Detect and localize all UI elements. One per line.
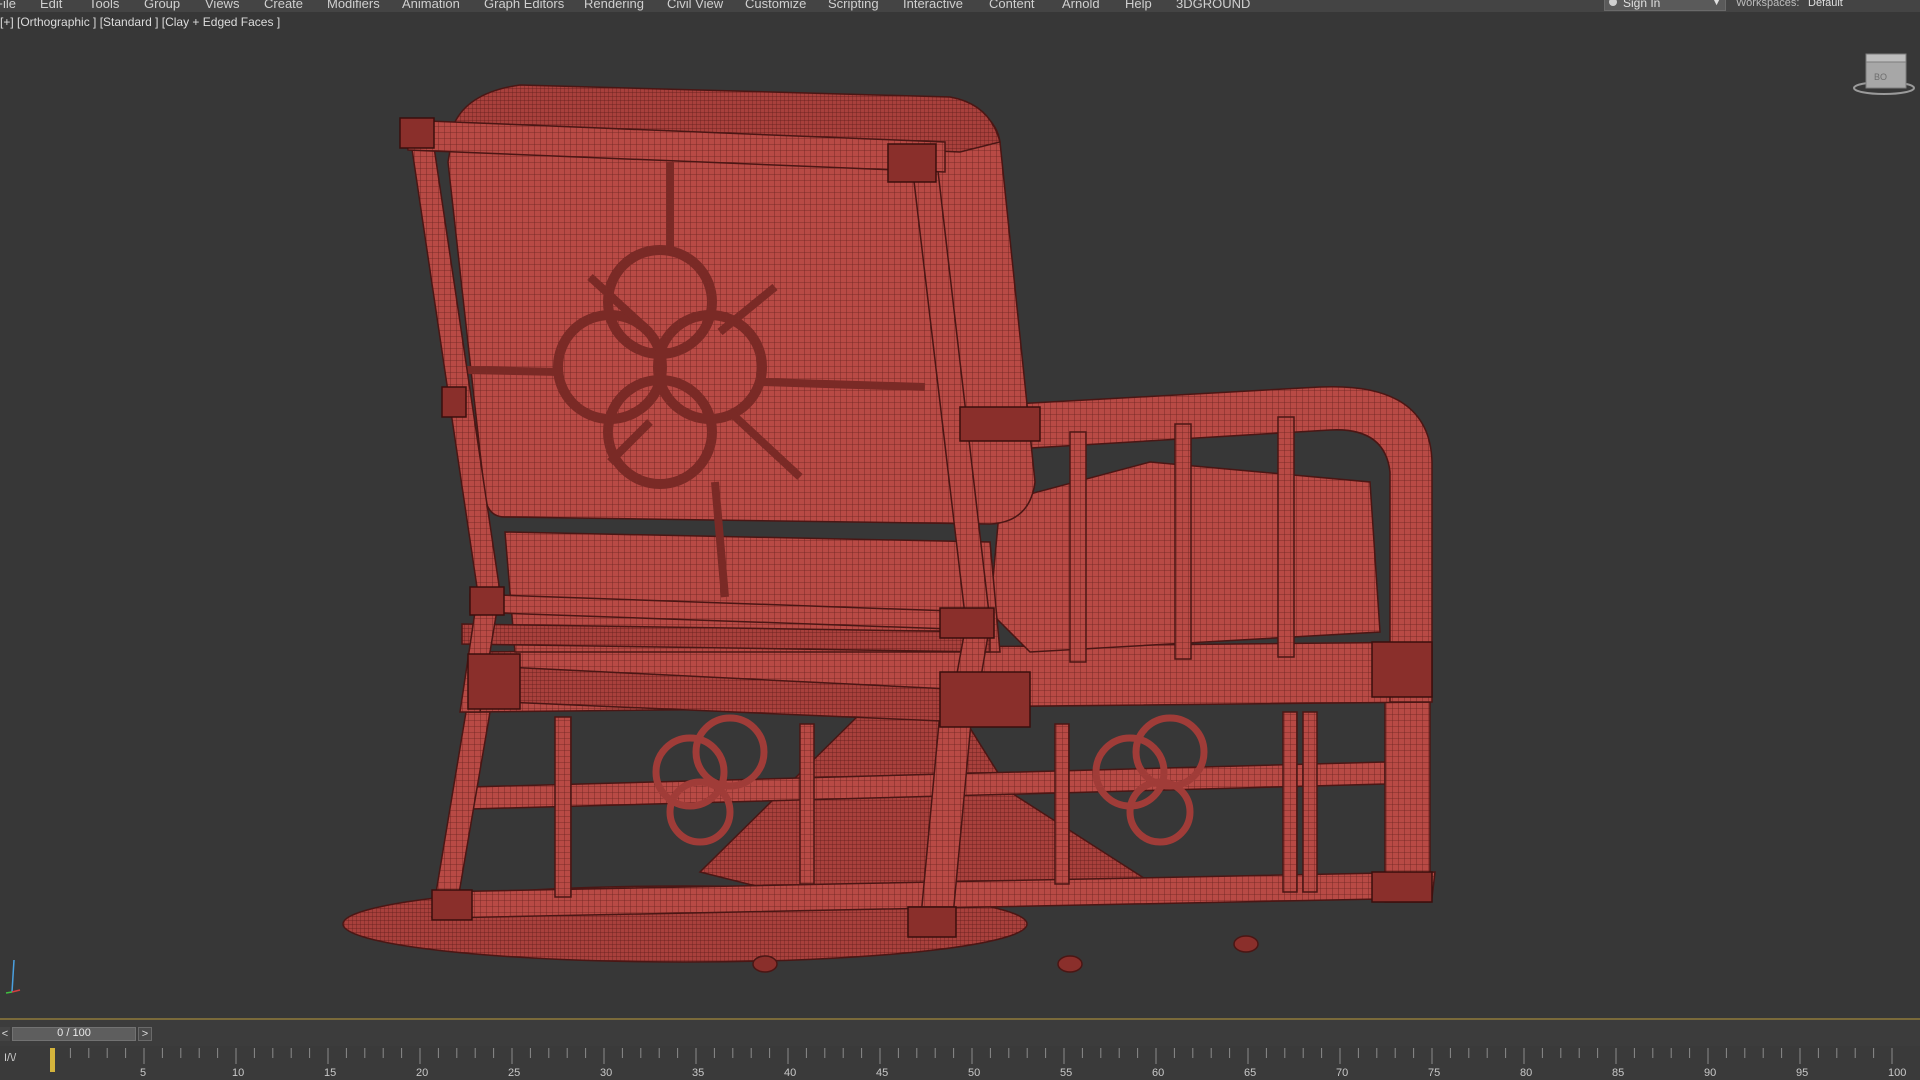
chevron-down-icon: ▼ [1712,0,1721,7]
menu-help[interactable]: Help [1125,0,1152,11]
track-tick-label: 55 [1060,1067,1072,1079]
menu-arnold[interactable]: Arnold [1062,0,1100,11]
track-tick-label: 100 [1888,1067,1906,1079]
menu-interactive[interactable]: Interactive [903,0,963,11]
track-tick-label: 65 [1244,1067,1256,1079]
menu-create[interactable]: Create [264,0,303,11]
track-ruler[interactable]: 5 10 15 20 25 30 35 40 45 50 55 60 65 70 75 80 85 90 95 100 [50,1046,1920,1080]
track-tick-label: 10 [232,1067,244,1079]
svg-text:BO: BO [1874,72,1887,82]
track-tick-label: 15 [324,1067,336,1079]
next-frame-button[interactable]: > [138,1027,152,1041]
menu-tools[interactable]: Tools [89,0,119,11]
user-icon [1609,0,1617,6]
menu-modifiers[interactable]: Modifiers [327,0,380,11]
menu-bar: File Edit Tools Group Views Create Modif… [0,0,1920,12]
track-tick-label: 85 [1612,1067,1624,1079]
menu-content[interactable]: Content [989,0,1035,11]
track-tick-label: 35 [692,1067,704,1079]
frame-display: 0 / 100 [57,1027,91,1039]
track-tick-label: 40 [784,1067,796,1079]
menu-animation[interactable]: Animation [402,0,460,11]
track-bar[interactable]: I/\/ 5 10 15 20 25 30 35 40 45 50 55 60 65 70 75 80 85 90… [0,1046,1920,1080]
track-tick-label: 60 [1152,1067,1164,1079]
prev-frame-button[interactable]: < [0,1027,10,1041]
track-tick-label: 25 [508,1067,520,1079]
menu-file[interactable]: File [0,0,16,11]
track-tick-label: 50 [968,1067,980,1079]
workspaces-label: Workspaces: [1736,0,1800,9]
perspective-viewport[interactable]: [+] [Orthographic ] [Standard ] [Clay + … [0,12,1920,1020]
track-tick-label: 75 [1428,1067,1440,1079]
axis-tripod-icon [5,959,21,994]
track-tick-label: 20 [416,1067,428,1079]
track-tick-label: 30 [600,1067,612,1079]
time-slider-bar: < 0 / 100 > [0,1020,1920,1046]
menu-views[interactable]: Views [205,0,239,11]
menu-civil-view[interactable]: Civil View [667,0,723,11]
track-tick-label: 95 [1796,1067,1808,1079]
menu-customize[interactable]: Customize [745,0,806,11]
menu-graph-editors[interactable]: Graph Editors [484,0,564,11]
track-tick-label: 90 [1704,1067,1716,1079]
menu-scripting[interactable]: Scripting [828,0,879,11]
track-tick-label: 45 [876,1067,888,1079]
sign-in-label: Sign In [1623,0,1661,10]
current-frame-marker[interactable] [50,1048,55,1072]
workspaces-dropdown[interactable]: Default [1808,0,1843,9]
menu-3dground[interactable]: 3DGROUND [1176,0,1250,11]
sign-in-dropdown[interactable]: Sign In ▼ [1604,0,1726,11]
viewcube-icon[interactable]: BO [1852,52,1918,98]
curve-editor-button[interactable]: I/\/ [4,1052,34,1068]
chair-model[interactable] [0,12,1920,1020]
track-tick-label: 5 [140,1067,146,1079]
menu-rendering[interactable]: Rendering [584,0,644,11]
track-tick-label: 70 [1336,1067,1348,1079]
menu-group[interactable]: Group [144,0,180,11]
menu-edit[interactable]: Edit [40,0,62,11]
track-tick-label: 80 [1520,1067,1532,1079]
time-slider[interactable]: 0 / 100 [12,1027,136,1041]
